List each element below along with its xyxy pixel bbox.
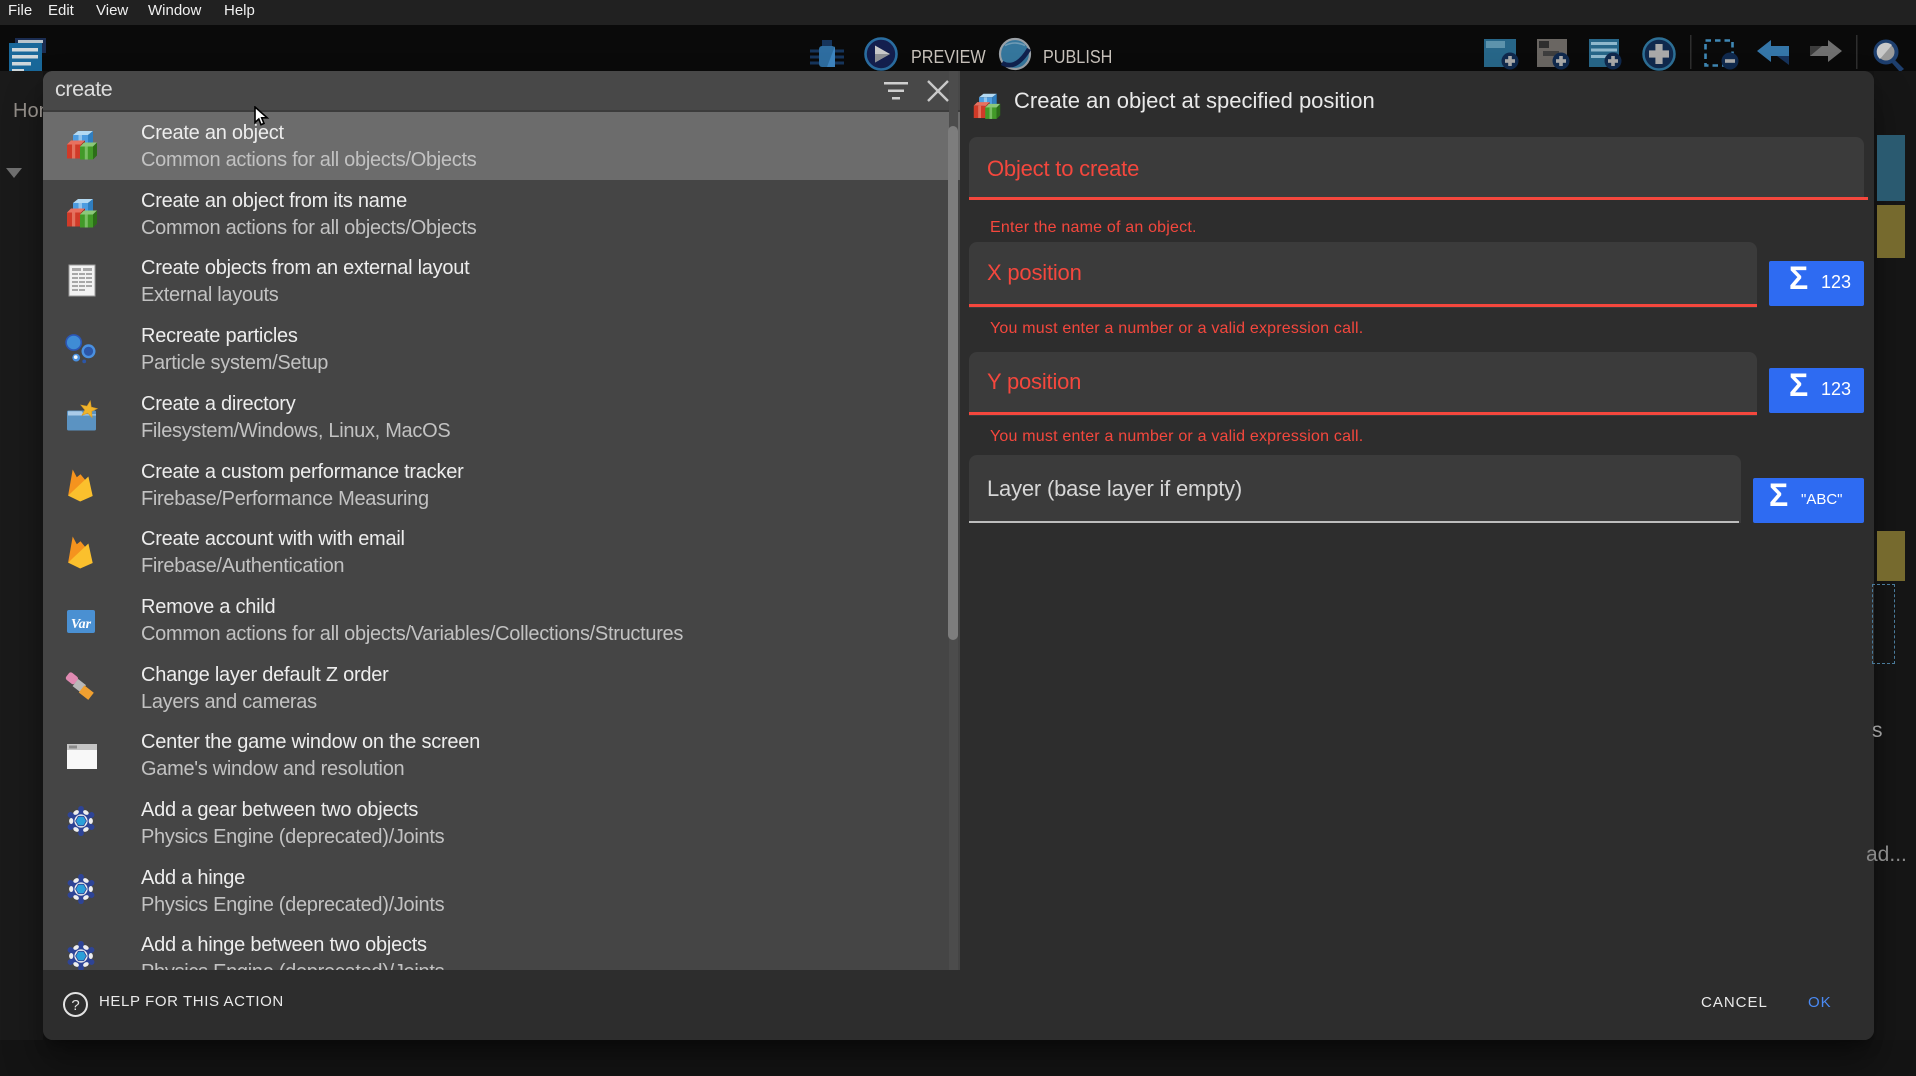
svg-text:?: ?: [71, 997, 79, 1014]
svg-text:Var: Var: [71, 617, 92, 632]
